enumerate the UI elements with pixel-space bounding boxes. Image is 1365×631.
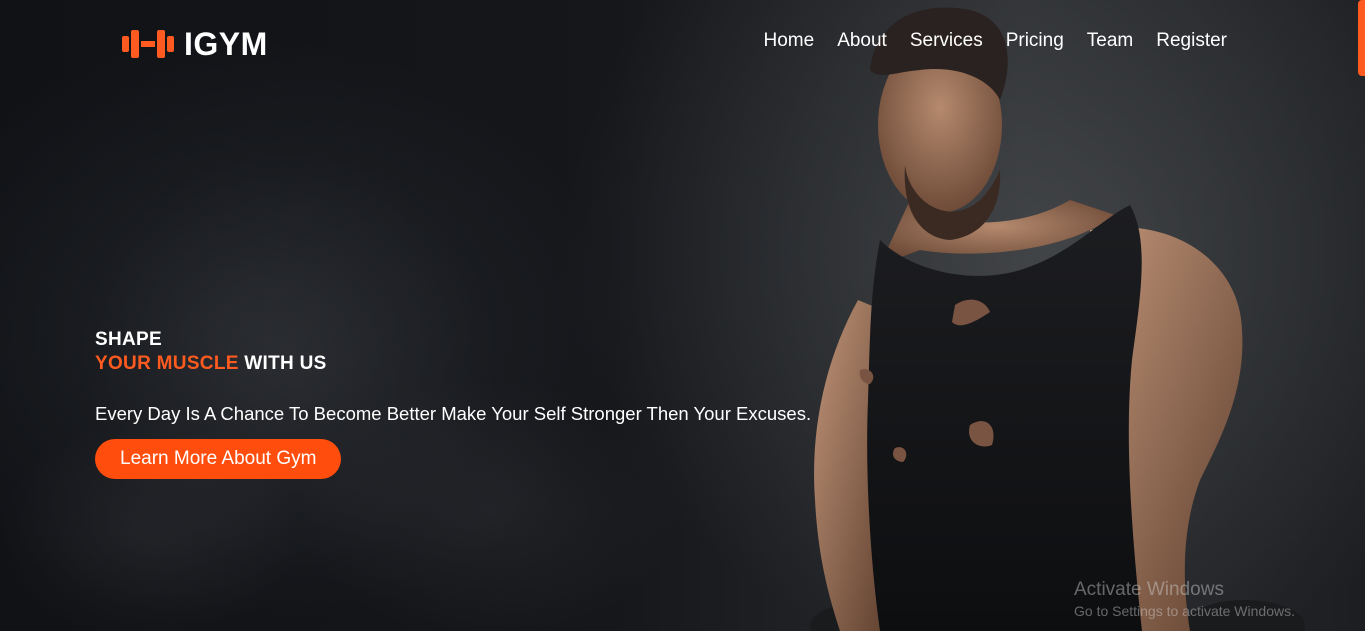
learn-more-button[interactable]: Learn More About Gym bbox=[95, 439, 342, 479]
nav-pricing-link[interactable]: Pricing bbox=[1006, 30, 1064, 52]
brand-name: IGYM bbox=[184, 25, 268, 62]
nav-team-link[interactable]: Team bbox=[1087, 30, 1133, 52]
brand-logo[interactable]: IGYM bbox=[122, 24, 268, 64]
hero-heading: SHAPE YOUR MUSCLE WITH US bbox=[95, 328, 875, 376]
nav-home-link[interactable]: Home bbox=[764, 30, 815, 52]
bodybuilder-image bbox=[810, 7, 1305, 631]
scrollbar-thumb[interactable] bbox=[1358, 0, 1365, 76]
nav-about-link[interactable]: About bbox=[837, 30, 887, 52]
hero-heading-line1: SHAPE bbox=[95, 329, 162, 350]
nav-services-link[interactable]: Services bbox=[910, 30, 983, 52]
hero-section: IGYM Home About Services Pricing Team Re… bbox=[0, 0, 1365, 631]
dumbbell-icon bbox=[122, 30, 174, 58]
main-nav: Home About Services Pricing Team Registe… bbox=[764, 30, 1228, 52]
hero-heading-highlight: YOUR MUSCLE bbox=[95, 353, 239, 374]
nav-register-link[interactable]: Register bbox=[1156, 30, 1227, 52]
hero-tagline: Every Day Is A Chance To Become Better M… bbox=[95, 403, 812, 424]
watermark-title: Activate Windows bbox=[1074, 579, 1224, 600]
activate-windows-watermark: Activate Windows Go to Settings to activ… bbox=[1074, 579, 1295, 621]
watermark-subtitle: Go to Settings to activate Windows. bbox=[1074, 603, 1295, 619]
hero-content: SHAPE YOUR MUSCLE WITH US Every Day Is A… bbox=[95, 328, 875, 479]
hero-heading-rest: WITH US bbox=[238, 353, 327, 374]
